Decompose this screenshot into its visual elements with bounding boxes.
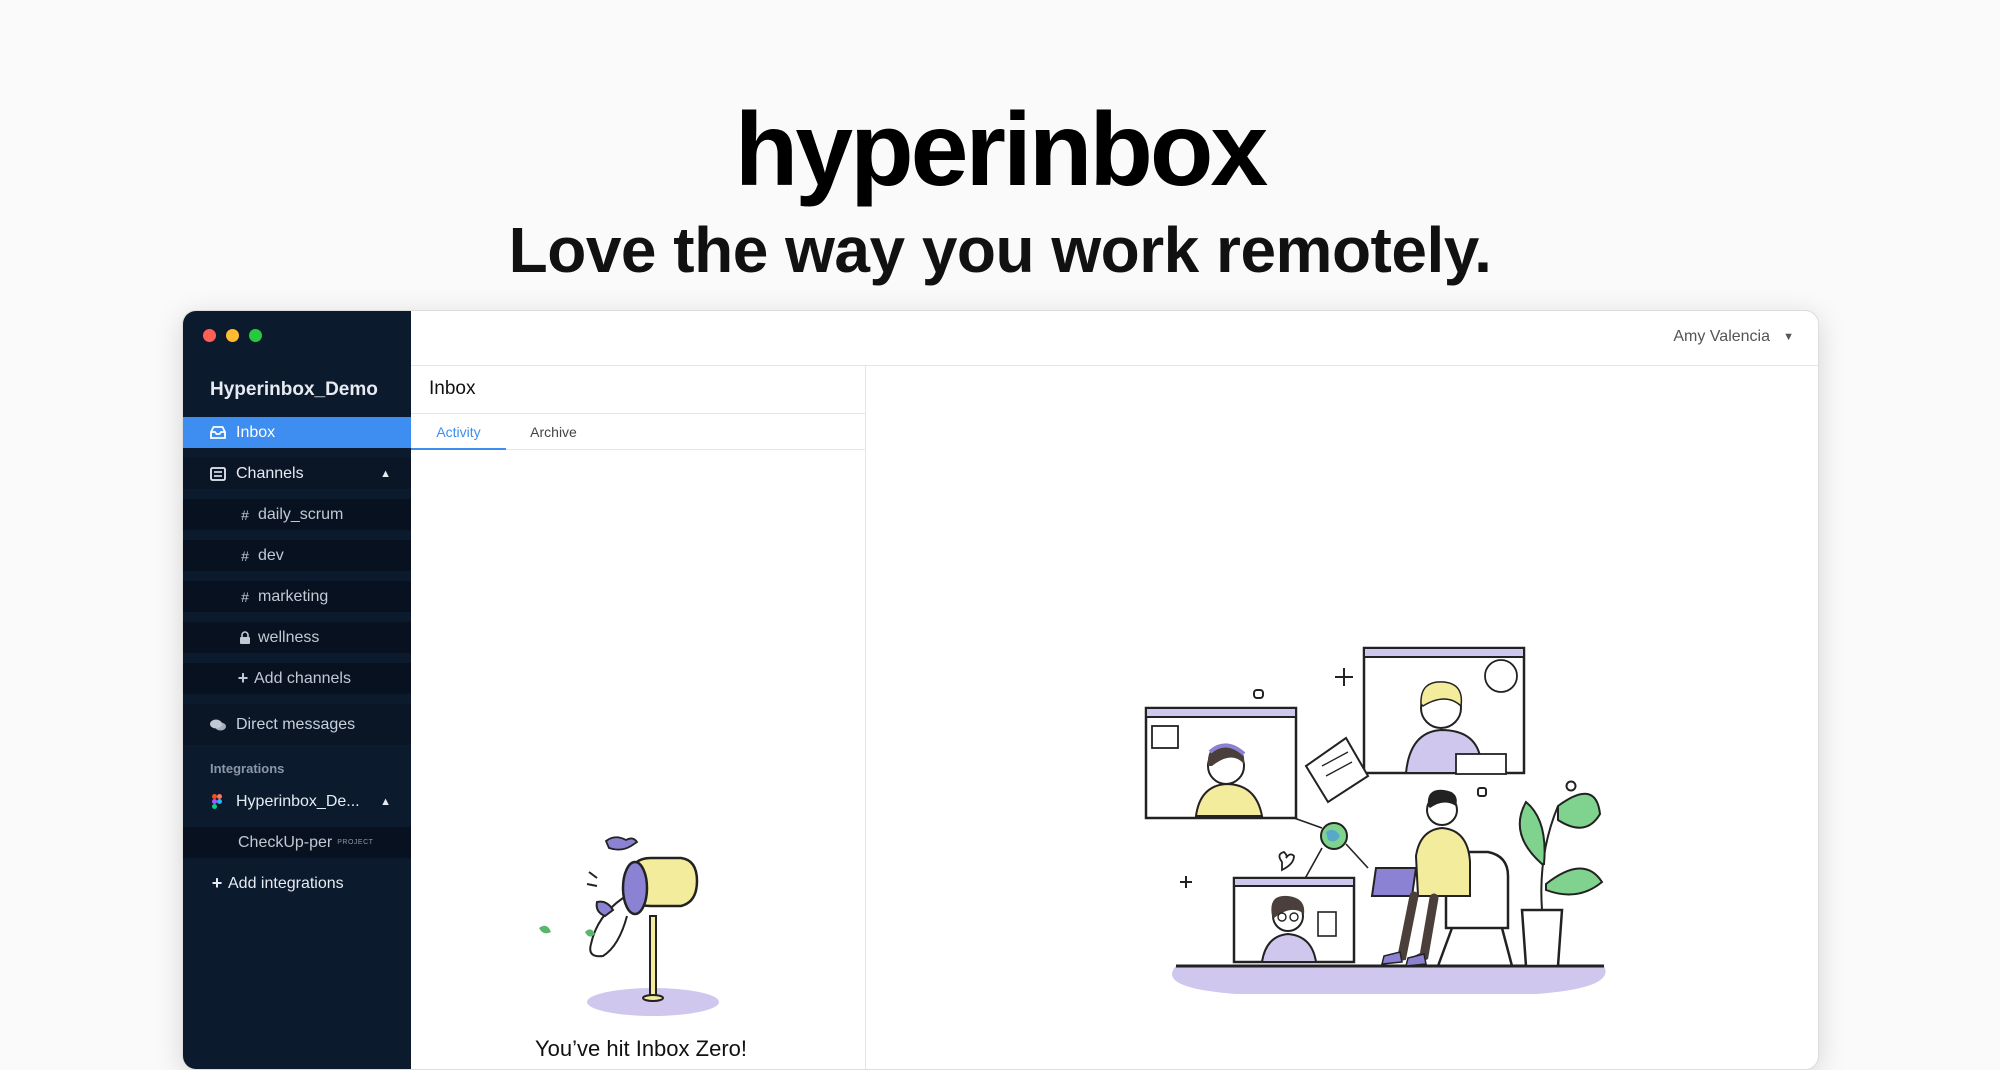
list-icon (208, 466, 228, 481)
tab-bar: Activity Archive (411, 413, 866, 450)
add-integrations-button[interactable]: + Add integrations (183, 868, 411, 899)
channel-item-daily-scrum[interactable]: # daily_scrum (183, 499, 411, 530)
detail-pane (866, 366, 1818, 1069)
plus-icon: + (237, 668, 249, 688)
caret-down-icon[interactable]: ▼ (1783, 331, 1794, 343)
integration-project-item[interactable]: CheckUp-per PROJECT (183, 827, 411, 858)
hash-icon: # (241, 588, 249, 605)
sidebar-item-label: Hyperinbox_De... (236, 792, 360, 810)
sidebar-item-inbox[interactable]: Inbox (183, 417, 411, 448)
channel-item-dev[interactable]: # dev (183, 540, 411, 571)
chevron-up-icon[interactable]: ▲ (380, 468, 391, 480)
top-bar: Amy Valencia ▼ (411, 311, 1818, 366)
inbox-list-pane: Inbox Activity Archive You’ve hit Inbox … (411, 366, 866, 1069)
add-channels-button[interactable]: + Add channels (183, 663, 411, 694)
channel-label: daily_scrum (258, 505, 344, 523)
hero-title: hyperinbox (734, 92, 1269, 208)
window-controls (203, 329, 262, 342)
hash-icon: # (241, 506, 249, 523)
hash-icon: # (241, 547, 249, 564)
channel-label: dev (258, 546, 284, 564)
add-channels-label: Add channels (254, 669, 351, 687)
inbox-zero-message: You’ve hit Inbox Zero! (535, 1036, 747, 1061)
add-integrations-label: Add integrations (228, 874, 344, 892)
sidebar-item-label: Direct messages (236, 715, 356, 733)
sidebar-item-integration[interactable]: Hyperinbox_De... ▲ (183, 786, 411, 817)
minimize-window-dot[interactable] (226, 329, 239, 342)
project-badge: PROJECT (337, 839, 374, 846)
figma-icon (210, 794, 224, 809)
mailbox-illustration (539, 836, 719, 1016)
app-window: Hyperinbox_Demo Inbox Channels ▲ # daily… (182, 310, 1819, 1070)
channel-label: wellness (258, 628, 320, 646)
sidebar: Hyperinbox_Demo Inbox Channels ▲ # daily… (183, 311, 411, 1069)
maximize-window-dot[interactable] (249, 329, 262, 342)
lock-icon (238, 630, 252, 645)
tab-archive[interactable]: Archive (506, 414, 601, 450)
chevron-up-icon[interactable]: ▲ (380, 796, 391, 808)
channel-item-wellness[interactable]: wellness (183, 622, 411, 653)
integrations-section-label: Integrations (210, 761, 285, 776)
workspace-name[interactable]: Hyperinbox_Demo (210, 379, 378, 401)
sidebar-item-label: Inbox (236, 423, 276, 441)
sidebar-item-label: Channels (236, 464, 304, 482)
close-window-dot[interactable] (203, 329, 216, 342)
sidebar-item-channels[interactable]: Channels ▲ (183, 458, 411, 489)
hero-subtitle: Love the way you work remotely. (508, 214, 1492, 286)
channel-label: marketing (258, 587, 329, 605)
plus-icon: + (211, 873, 223, 893)
channel-item-marketing[interactable]: # marketing (183, 581, 411, 612)
inbox-icon (208, 425, 228, 440)
user-menu[interactable]: Amy Valencia (1673, 328, 1770, 346)
sidebar-item-direct-messages[interactable]: Direct messages (183, 704, 411, 745)
chat-bubbles-icon (208, 718, 228, 732)
project-label: CheckUp-per (238, 833, 333, 851)
tab-activity[interactable]: Activity (411, 414, 506, 450)
pane-title: Inbox (429, 378, 476, 399)
remote-work-illustration (1144, 646, 1606, 994)
